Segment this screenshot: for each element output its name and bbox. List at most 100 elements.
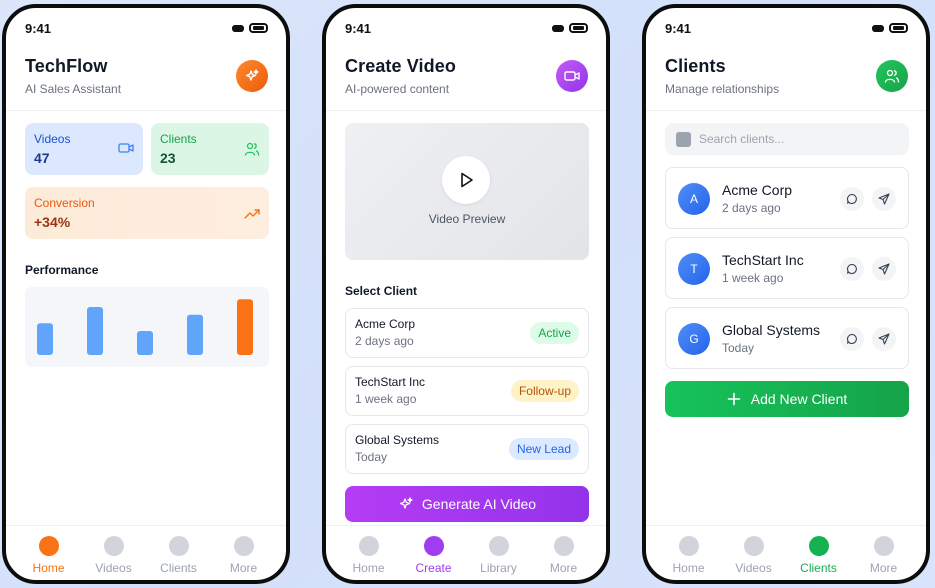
status-badge: New Lead (508, 438, 579, 460)
send-button[interactable] (872, 257, 896, 281)
header-divider (6, 110, 286, 111)
status-time: 9:41 (25, 20, 52, 36)
performance-bar (137, 331, 153, 355)
bottom-nav: Home Create Library More (326, 525, 606, 580)
nav-label: Home (32, 561, 65, 575)
sparkles-icon[interactable] (236, 60, 268, 92)
page-title: TechFlow (25, 56, 108, 76)
nav-more-icon (873, 536, 894, 556)
chat-bubble-icon (846, 263, 857, 275)
nav-label: More (869, 561, 898, 575)
client-card[interactable]: T TechStart Inc 1 week ago (665, 237, 909, 299)
play-button[interactable] (442, 156, 490, 204)
select-client-label: Select Client (345, 284, 418, 298)
client-option[interactable]: Acme Corp 2 days ago Active (345, 308, 589, 358)
bottom-nav: Home Videos Clients More (646, 525, 926, 580)
nav-library-icon (488, 536, 509, 556)
nav-item-clients[interactable]: Clients (151, 526, 207, 580)
client-time: 2 days ago (722, 201, 781, 215)
nav-item-videos[interactable]: Videos (86, 526, 142, 580)
client-time: 1 week ago (722, 271, 784, 285)
client-card[interactable]: G Global Systems Today (665, 307, 909, 369)
nav-item-more[interactable]: More (216, 526, 272, 580)
search-icon (676, 131, 691, 147)
add-new-client-button[interactable]: Add New Client (665, 381, 909, 417)
client-card[interactable]: A Acme Corp 2 days ago (665, 167, 909, 229)
client-option[interactable]: TechStart Inc 1 week ago Follow-up (345, 366, 589, 416)
add-new-client-label: Add New Client (750, 391, 848, 407)
video-preview-label: Video Preview (428, 212, 506, 226)
send-button[interactable] (872, 187, 896, 211)
nav-label: Home (352, 561, 385, 575)
nav-videos-icon (743, 536, 764, 556)
bottom-nav: Home Videos Clients More (6, 525, 286, 580)
status-bar: 9:41 (326, 8, 606, 48)
phone-create-screen: 9:41 Create Video AI-powered content Vid… (322, 4, 610, 584)
avatar: G (678, 323, 710, 355)
nav-clients-icon (168, 536, 189, 556)
plus-icon (727, 392, 741, 406)
nav-item-more[interactable]: More (856, 526, 912, 580)
nav-item-clients[interactable]: Clients (791, 526, 847, 580)
video-preview[interactable]: Video Preview (345, 123, 589, 260)
nav-home-icon (678, 536, 699, 556)
users-icon[interactable] (876, 60, 908, 92)
signal-icon (232, 24, 244, 32)
nav-clients-icon (808, 536, 829, 556)
nav-more-icon (233, 536, 254, 556)
nav-item-home[interactable]: Home (661, 526, 717, 580)
performance-bar (237, 299, 253, 355)
users-icon (244, 141, 260, 162)
nav-item-home[interactable]: Home (21, 526, 77, 580)
nav-item-create[interactable]: Create (406, 526, 462, 580)
search-bar[interactable] (665, 123, 909, 155)
nav-item-videos[interactable]: Videos (726, 526, 782, 580)
nav-more-icon (553, 536, 574, 556)
nav-item-library[interactable]: Library (471, 526, 527, 580)
header-divider (646, 110, 926, 111)
battery-icon (889, 23, 908, 33)
nav-label: Library (480, 561, 517, 575)
page-subtitle: Manage relationships (665, 82, 780, 96)
client-name: Global Systems (722, 322, 821, 338)
nav-label: Create (415, 561, 452, 575)
message-button[interactable] (840, 187, 864, 211)
conversion-stat-card[interactable]: Conversion +34% (25, 187, 269, 239)
app-header: Create Video AI-powered content (345, 56, 588, 112)
video-camera-icon[interactable] (556, 60, 588, 92)
page-title: Clients (665, 56, 726, 76)
message-button[interactable] (840, 257, 864, 281)
signal-icon (552, 24, 564, 32)
status-time: 9:41 (345, 20, 372, 36)
client-time: Today (722, 341, 755, 355)
clients-stat-card[interactable]: Clients 23 (151, 123, 269, 175)
app-header: Clients Manage relationships (665, 56, 908, 112)
avatar: T (678, 253, 710, 285)
performance-bar (187, 314, 203, 355)
generate-ai-video-button[interactable]: Generate AI Video (345, 486, 589, 522)
video-camera-icon (118, 141, 134, 160)
send-button[interactable] (872, 327, 896, 351)
search-input[interactable] (698, 132, 898, 146)
status-badge: Follow-up (510, 380, 579, 402)
page-title: Create Video (345, 56, 456, 76)
nav-item-more[interactable]: More (536, 526, 592, 580)
signal-icon (872, 24, 884, 32)
chat-bubble-icon (846, 333, 857, 345)
status-bar: 9:41 (646, 8, 926, 48)
videos-stat-card[interactable]: Videos 47 (25, 123, 143, 175)
send-icon (878, 333, 890, 345)
sparkles-icon (399, 497, 413, 509)
message-button[interactable] (840, 327, 864, 351)
status-time: 9:41 (665, 20, 692, 36)
nav-label: Videos (95, 561, 132, 575)
send-icon (878, 263, 890, 275)
status-badge: Active (530, 322, 579, 344)
battery-icon (249, 23, 268, 33)
performance-chart (25, 287, 269, 367)
client-option[interactable]: Global Systems Today New Lead (345, 424, 589, 474)
generate-ai-video-label: Generate AI Video (421, 496, 537, 512)
nav-item-home[interactable]: Home (341, 526, 397, 580)
page-subtitle: AI Sales Assistant (25, 82, 122, 96)
performance-title: Performance (25, 263, 99, 277)
